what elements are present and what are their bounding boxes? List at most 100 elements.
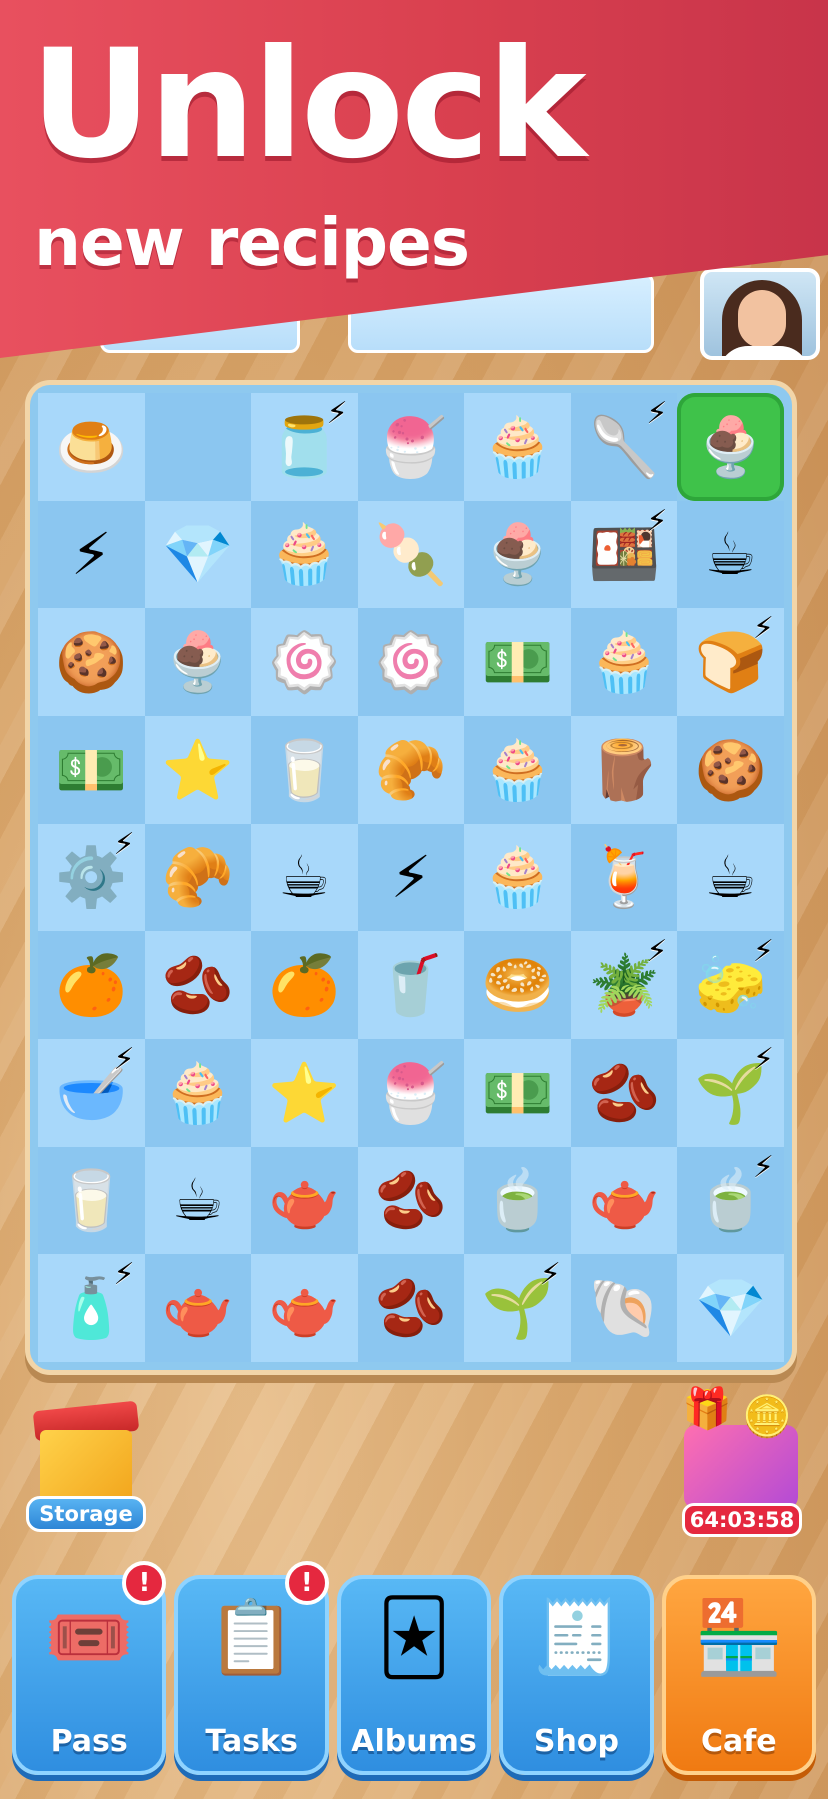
board-cell[interactable]: 🪴 ⚡ bbox=[570, 931, 678, 1039]
board-cell[interactable]: 🍪 bbox=[38, 608, 145, 716]
muffin-item-icon[interactable]: 🧁 bbox=[588, 633, 660, 691]
nav-cafe-button[interactable]: 🏪 Cafe bbox=[661, 1575, 817, 1775]
berry-dessert-item-icon[interactable]: 🍨 bbox=[162, 633, 234, 691]
board-cell[interactable]: ⭐ bbox=[251, 1038, 358, 1147]
roll-cakes-item-icon[interactable]: 🍥 bbox=[375, 633, 447, 691]
strawberry-dessert-item-icon[interactable]: 🍧 bbox=[375, 1064, 447, 1122]
board-cell[interactable]: 🧁 bbox=[464, 823, 571, 932]
lemon-tea-item-icon[interactable]: 🍵 bbox=[481, 1171, 553, 1229]
pitcher-item-icon[interactable]: 🫖 bbox=[268, 1279, 340, 1337]
gem-item-icon[interactable]: 💎 bbox=[695, 1279, 767, 1337]
board-cell[interactable]: 🍨 bbox=[144, 608, 252, 716]
orange-slices-item-icon[interactable]: 🍊 bbox=[268, 956, 340, 1014]
board-cell[interactable]: 🫙 ⚡ bbox=[251, 393, 358, 501]
board-cell[interactable]: 🍵 ⚡ bbox=[677, 1146, 784, 1255]
nav-pass-button[interactable]: 🎟️ Pass! bbox=[12, 1561, 167, 1775]
board-cell[interactable]: 🍨 bbox=[677, 393, 784, 501]
board-cell[interactable]: 🍵 bbox=[464, 1146, 571, 1255]
latte-item-icon[interactable]: ☕ bbox=[278, 848, 330, 906]
board-cell[interactable]: 🍊 bbox=[38, 931, 145, 1039]
board-cell[interactable]: 🧁 bbox=[464, 715, 571, 824]
board-cell[interactable]: 🧴 ⚡ bbox=[38, 1254, 145, 1362]
lemon-cupcake-item-icon[interactable]: 🧁 bbox=[481, 848, 553, 906]
muffin-item-icon[interactable]: 🧁 bbox=[481, 741, 553, 799]
board-cell[interactable]: 🫘 bbox=[570, 1038, 678, 1147]
iced-latte-item-icon[interactable]: 🥤 bbox=[375, 956, 447, 1014]
water-glass-item-icon[interactable]: 🥛 bbox=[268, 741, 340, 799]
board-cell[interactable]: ⚡ bbox=[38, 500, 145, 609]
madeleine-item-icon[interactable]: 🐚 bbox=[588, 1279, 660, 1337]
blueberry-bun-item-icon[interactable]: 🥯 bbox=[481, 956, 553, 1014]
strawberry-dessert-item-icon[interactable]: 🍧 bbox=[375, 418, 447, 476]
cupcake-item-icon[interactable]: 🧁 bbox=[481, 418, 553, 476]
board-cell[interactable]: 💎 bbox=[144, 500, 252, 609]
board-cell[interactable]: 🫘 bbox=[357, 1254, 465, 1362]
board-cell[interactable]: 🥤 bbox=[357, 931, 465, 1039]
board-cell[interactable]: 🫖 bbox=[144, 1254, 252, 1362]
glass-item-icon[interactable]: 🥛 bbox=[55, 1171, 127, 1229]
cash-stack-item-icon[interactable]: 💵 bbox=[481, 633, 553, 691]
board-cell[interactable]: 💵 bbox=[464, 608, 571, 716]
board-cell[interactable]: ☕ bbox=[677, 500, 784, 609]
candy-skewer-item-icon[interactable]: 🍡 bbox=[375, 525, 447, 583]
board-cell[interactable]: 🥐 bbox=[144, 823, 252, 932]
board-cell[interactable]: 💎 bbox=[677, 1254, 784, 1362]
board-cell[interactable]: ⭐ bbox=[144, 715, 252, 824]
board-cell[interactable]: 🥐 bbox=[357, 715, 465, 824]
orange-slices-item-icon[interactable]: 🍊 bbox=[55, 956, 127, 1014]
board-cell[interactable]: ☕ bbox=[144, 1146, 252, 1255]
board-cell[interactable]: 🥣 ⚡ bbox=[38, 1038, 145, 1147]
storage-button[interactable]: Storage bbox=[26, 1400, 146, 1535]
board-cell[interactable]: 🌱 ⚡ bbox=[677, 1038, 784, 1147]
board-cell[interactable]: 🫘 bbox=[144, 931, 252, 1039]
board-cell[interactable]: 🍹 bbox=[570, 823, 678, 932]
board-cell[interactable]: 🥄 ⚡ bbox=[570, 393, 678, 501]
board-cell[interactable]: 🍱 ⚡ bbox=[570, 500, 678, 609]
croissant-item-icon[interactable]: 🥐 bbox=[162, 848, 234, 906]
board-cell[interactable]: 🫖 bbox=[570, 1146, 678, 1255]
cocoa-pod-item-icon[interactable]: 🫘 bbox=[162, 956, 234, 1014]
board-cell[interactable]: 🧽 ⚡ bbox=[677, 931, 784, 1039]
nav-albums-button[interactable]: 🃏 Albums bbox=[336, 1575, 492, 1775]
board-cell[interactable]: ⚙️ ⚡ bbox=[38, 823, 145, 932]
energy-item-icon[interactable]: ⚡ bbox=[71, 525, 112, 583]
board-cell[interactable]: 🍮 bbox=[38, 393, 145, 501]
cocktail-item-icon[interactable]: 🍹 bbox=[588, 848, 660, 906]
board-cell[interactable]: 🧁 bbox=[464, 393, 571, 501]
star-item-icon[interactable]: ⭐ bbox=[268, 1064, 340, 1122]
board-cell[interactable]: 🍨 bbox=[464, 500, 571, 609]
board-cell[interactable]: 🧁 bbox=[251, 500, 358, 609]
parfait-item-icon[interactable]: 🍨 bbox=[481, 525, 553, 583]
board-cell[interactable]: 💵 bbox=[464, 1038, 571, 1147]
board-cell[interactable]: 🧁 bbox=[570, 608, 678, 716]
pitcher-item-icon[interactable]: 🫖 bbox=[162, 1279, 234, 1337]
energy-item-icon[interactable]: ⚡ bbox=[391, 848, 432, 906]
board-cell[interactable]: 🍞 ⚡ bbox=[677, 608, 784, 716]
coffee-beans-item-icon[interactable]: 🫘 bbox=[375, 1171, 447, 1229]
board-cell[interactable]: 🥯 bbox=[464, 931, 571, 1039]
berry-dessert-item-icon[interactable]: 🍨 bbox=[695, 418, 767, 476]
board-cell[interactable]: ☕ bbox=[251, 823, 358, 932]
water-pitcher-item-icon[interactable]: 🫖 bbox=[268, 1171, 340, 1229]
board-cell[interactable]: 🧁 bbox=[144, 1038, 252, 1147]
macaron-item-icon[interactable]: 🍪 bbox=[695, 741, 767, 799]
coffee-cup-item-icon[interactable]: ☕ bbox=[705, 525, 757, 583]
board-cell[interactable]: 🍧 bbox=[357, 1038, 465, 1147]
board-cell[interactable]: 🫖 bbox=[251, 1254, 358, 1362]
cookies-item-icon[interactable]: 🍪 bbox=[55, 633, 127, 691]
board-cell[interactable]: 🫖 bbox=[251, 1146, 358, 1255]
board-cell[interactable]: 🐚 bbox=[570, 1254, 678, 1362]
nav-shop-button[interactable]: 🧾 Shop bbox=[499, 1575, 654, 1775]
nav-tasks-button[interactable]: 📋 Tasks! bbox=[174, 1561, 329, 1775]
board-cell[interactable]: 🌱 ⚡ bbox=[464, 1254, 571, 1362]
board-cell[interactable] bbox=[144, 393, 252, 501]
board-cell[interactable]: 🍧 bbox=[357, 393, 465, 501]
coffee-beans-item-icon[interactable]: 🫘 bbox=[588, 1064, 660, 1122]
board-cell[interactable]: 🥛 bbox=[38, 1146, 145, 1255]
special-offer-button[interactable]: 🎁 🪙 64:03:58 bbox=[672, 1385, 810, 1537]
board-cell[interactable]: 🍡 bbox=[357, 500, 465, 609]
cash-item-icon[interactable]: 💵 bbox=[55, 741, 127, 799]
pudding-item-icon[interactable]: 🍮 bbox=[55, 418, 127, 476]
board-cell[interactable]: ☕ bbox=[677, 823, 784, 932]
board-cell[interactable]: 🍪 bbox=[677, 715, 784, 824]
